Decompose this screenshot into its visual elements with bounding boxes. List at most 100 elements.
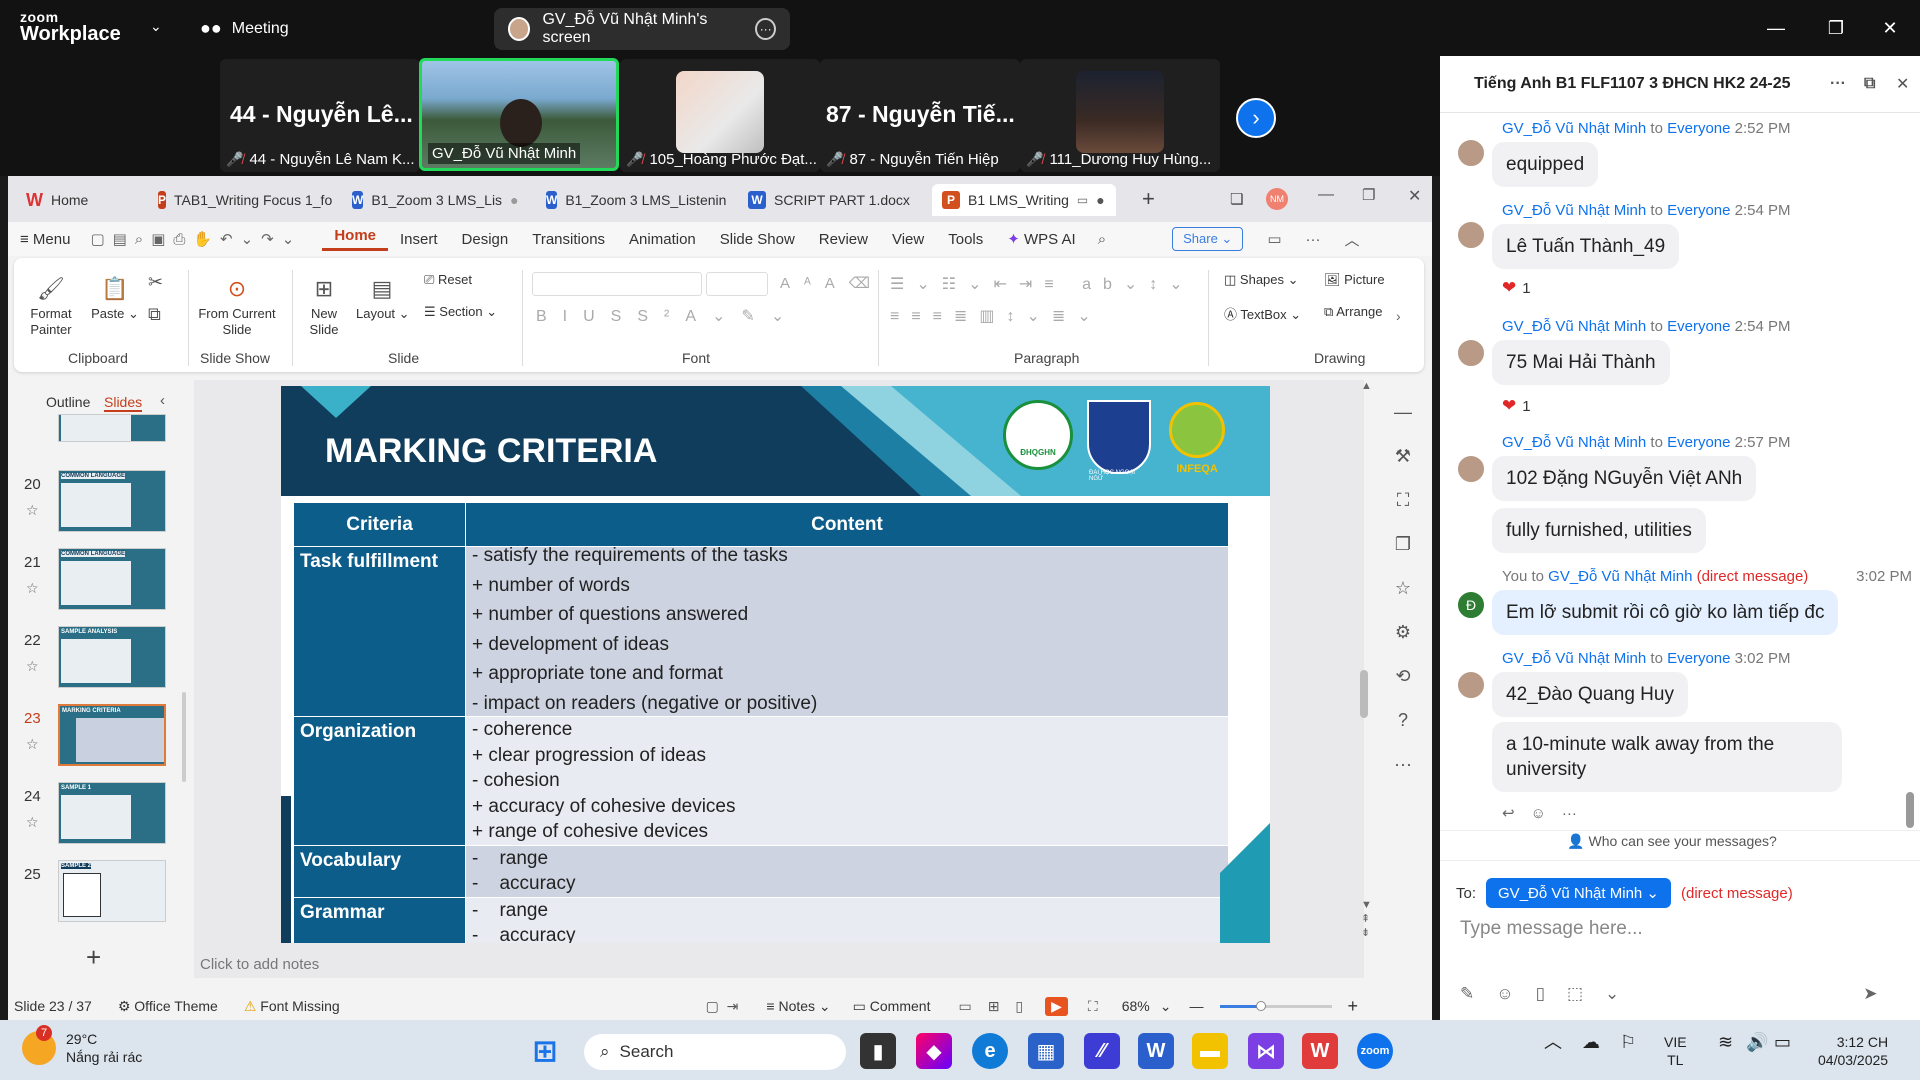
sender[interactable]: GV_Đỗ Vũ Nhật Minh — [1502, 650, 1646, 667]
star-icon[interactable]: ☆ — [26, 814, 39, 831]
zoom-slider[interactable] — [1219, 1000, 1332, 1011]
send-icon[interactable]: ➤ — [1863, 984, 1877, 1004]
word-icon[interactable]: W — [1138, 1033, 1174, 1069]
slide-scrollbar[interactable] — [1360, 670, 1368, 718]
slide-thumbnail[interactable]: SAMPLE 1 — [58, 782, 166, 844]
font-size-tools[interactable]: AᴬA⌫ — [780, 274, 884, 292]
font-family-select[interactable] — [532, 272, 702, 296]
clock[interactable]: 3:12 CH 04/03/2025 — [1818, 1033, 1888, 1069]
recipient[interactable]: Everyone — [1667, 650, 1730, 667]
close-icon[interactable]: ✕ — [1408, 186, 1421, 206]
tool-icons[interactable]: — ⚒ ⛶ ❐ ☆ ⚙ ⟲? ··· — [1394, 390, 1412, 786]
more-options-icon[interactable]: ··· — [755, 18, 777, 40]
font-format-tools[interactable]: BIUSS²A⌄✎⌄ — [536, 306, 800, 326]
video-tile[interactable]: 🎤̸ 111_Dương Huy Hùng... — [1020, 59, 1220, 172]
message-bubble[interactable]: 42_Đào Quang Huy — [1492, 672, 1688, 717]
shapes-button[interactable]: ◫ Shapes ⌄ — [1224, 272, 1299, 288]
view-tools-icons[interactable]: ▢ ⇥ — [706, 998, 739, 1015]
textbox-button[interactable]: Ⓐ TextBox ⌄ — [1224, 304, 1301, 323]
restore-icon[interactable]: ❐ — [1806, 0, 1866, 56]
user-avatar[interactable]: NM — [1266, 188, 1288, 210]
edge-icon[interactable]: e — [972, 1033, 1008, 1069]
language-indicator[interactable]: VIE TL — [1664, 1033, 1687, 1069]
file-icon[interactable]: ▯ — [1536, 984, 1545, 1004]
paste-button[interactable]: 📋 Paste ⌄ — [90, 276, 140, 322]
video-tile[interactable]: 44 - Nguyễn Lê... 🎤̸ 44 - Nguyễn Lê Nam K… — [220, 59, 420, 172]
new-slide-button[interactable]: ⊞ New Slide — [304, 276, 344, 338]
volume-icon[interactable]: 🔊 — [1746, 1033, 1768, 1051]
theme-indicator[interactable]: ⚙ Office Theme — [118, 998, 218, 1015]
reset-button[interactable]: ⎚ Reset — [424, 272, 472, 288]
message-bubble[interactable]: equipped — [1492, 142, 1599, 187]
fit-screen-icon[interactable]: ⛶ — [1088, 998, 1098, 1015]
sender[interactable]: GV_Đỗ Vũ Nhật Minh — [1502, 434, 1646, 451]
message-actions[interactable]: ↩ ☺ ··· — [1502, 804, 1577, 823]
layout-button[interactable]: ▤ Layout ⌄ — [356, 276, 410, 322]
recipient[interactable]: Everyone — [1667, 120, 1730, 137]
cut-icon[interactable]: ✂ — [148, 272, 163, 297]
slide-thumbnail[interactable]: COMMON LANGUAGE — [58, 548, 166, 610]
message-bubble[interactable]: Lê Tuấn Thành_49 — [1492, 224, 1680, 269]
slide[interactable]: MARKING CRITERIA ĐHQGHN ĐẠI HỌC NGOẠI NG… — [281, 386, 1270, 943]
view-mode-icons[interactable]: ▭⊞▯ — [958, 998, 1039, 1015]
font-size-select[interactable] — [706, 272, 768, 296]
recipient[interactable]: Everyone — [1667, 318, 1730, 335]
format-painter-button[interactable]: 🖌 Format Painter — [26, 276, 76, 338]
more-icon[interactable]: ··· — [1306, 231, 1321, 248]
tab-slides[interactable]: Slides — [104, 394, 143, 412]
list-tools[interactable]: ☰⌄☷⌄⇤⇥≡ ab⌄↕⌄ — [890, 274, 1195, 294]
alignment-tools[interactable]: ≡≡≡≣▥↕⌄≣⌄ — [890, 306, 1103, 326]
recipient[interactable]: Everyone — [1667, 202, 1730, 219]
menu-transitions[interactable]: Transitions — [520, 231, 617, 248]
scroll-nav-icons[interactable]: ▼ ⇞ ⇟ — [1361, 898, 1372, 940]
zoom-taskbar-icon[interactable]: zoom — [1357, 1033, 1393, 1069]
battery-icon[interactable]: ▭ — [1774, 1033, 1791, 1051]
new-tab-icon[interactable]: + — [1142, 186, 1155, 212]
slide-thumbnail-19[interactable] — [58, 414, 166, 442]
file-explorer-icon[interactable]: ▬ — [1192, 1033, 1228, 1069]
menu-hamburger[interactable]: ≡ Menu — [8, 231, 82, 248]
menu-tools[interactable]: Tools — [936, 231, 995, 248]
tab-outline[interactable]: Outline — [46, 394, 90, 410]
comment-toggle[interactable]: ▭ Comment — [853, 998, 931, 1015]
menu-view[interactable]: View — [880, 231, 936, 248]
add-slide-icon[interactable]: + — [86, 942, 101, 973]
comment-icon[interactable]: ▭ — [1267, 230, 1281, 248]
zoom-dropdown-icon[interactable]: ⌄ — [1160, 998, 1172, 1015]
reaction[interactable]: ❤ 1 — [1502, 396, 1531, 416]
sender[interactable]: GV_Đỗ Vũ Nhật Minh — [1502, 318, 1646, 335]
from-current-slide-button[interactable]: ⊙ From Current Slide — [194, 276, 280, 338]
menu-review[interactable]: Review — [807, 231, 880, 248]
more-icon[interactable]: ··· — [1830, 75, 1846, 93]
ribbon-scroll-right-icon[interactable]: › — [1396, 308, 1401, 324]
chevron-down-icon[interactable]: ⌄ — [1605, 984, 1619, 1004]
copy-icon[interactable]: ⧉ — [148, 304, 161, 329]
tab-document[interactable]: W B1_Zoom 3 LMS_Lis ● — [342, 184, 522, 216]
copilot-icon[interactable]: ◆ — [916, 1033, 952, 1069]
collapse-ribbon-icon[interactable]: ︿ — [1345, 229, 1360, 250]
wps-office-icon[interactable]: W — [1302, 1033, 1338, 1069]
tab-document[interactable]: P TAB1_Writing Focus 1_fo — [148, 184, 332, 216]
tab-document[interactable]: W B1_Zoom 3 LMS_Listenin — [536, 184, 732, 216]
wifi-icon[interactable]: ≋ — [1718, 1033, 1733, 1051]
star-icon[interactable]: ☆ — [26, 736, 39, 753]
windows-start-icon[interactable]: ⊞ — [527, 1033, 563, 1069]
zoom-out-icon[interactable]: — — [1190, 998, 1204, 1014]
slide-thumbnail[interactable]: SAMPLE 2 — [58, 860, 166, 922]
tab-active-document[interactable]: P B1 LMS_Writing ▭ ● — [932, 184, 1116, 216]
next-page-icon[interactable]: › — [1236, 98, 1276, 138]
visual-studio-icon[interactable]: ⋈ — [1248, 1033, 1284, 1069]
chevron-down-icon[interactable]: ⌄ — [150, 18, 162, 35]
sender[interactable]: GV_Đỗ Vũ Nhật Minh — [1502, 202, 1646, 219]
sender[interactable]: GV_Đỗ Vũ Nhật Minh — [1502, 120, 1646, 137]
slide-thumbnail[interactable]: COMMON LANGUAGE — [58, 470, 166, 532]
play-slideshow-icon[interactable]: ▶ — [1045, 996, 1068, 1016]
tab-home[interactable]: W Home — [16, 184, 138, 216]
close-icon[interactable]: ✕ — [1860, 0, 1920, 56]
recipient[interactable]: Everyone — [1667, 434, 1730, 451]
pane-scrollbar[interactable] — [182, 692, 186, 782]
reaction[interactable]: ❤ 1 — [1502, 278, 1531, 298]
task-view-icon[interactable]: ▮ — [860, 1033, 896, 1069]
notes-placeholder[interactable]: Click to add notes — [200, 956, 319, 973]
video-tile[interactable]: 🎤̸ 105_Hoàng Phước Đạt... — [620, 59, 820, 172]
